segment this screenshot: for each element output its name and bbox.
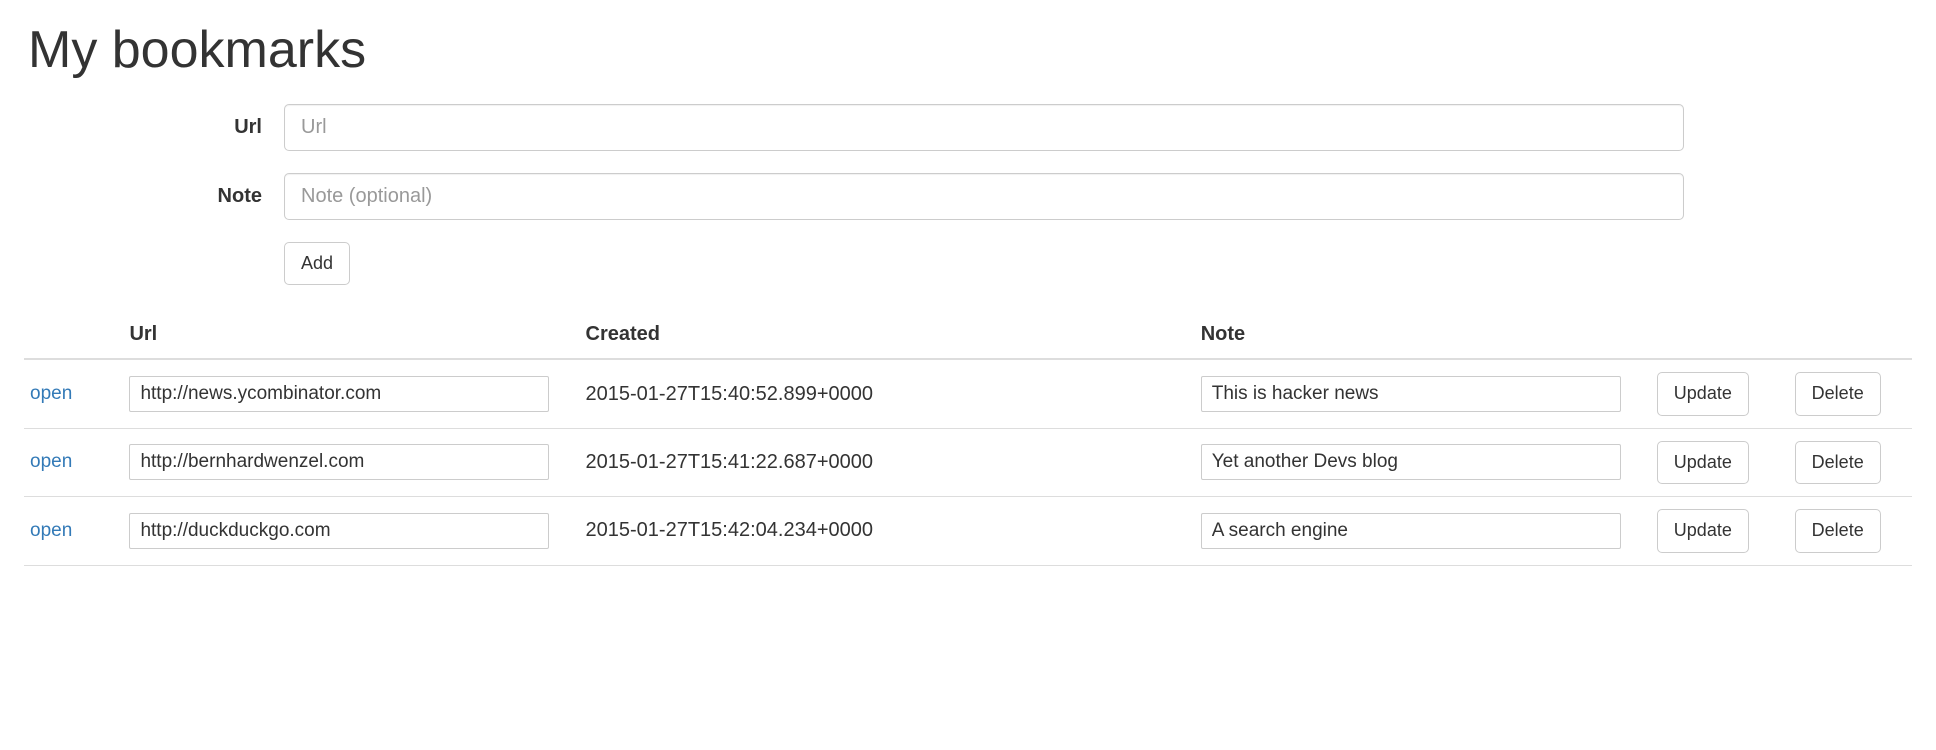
update-button[interactable]: Update	[1657, 441, 1749, 484]
row-created-text: 2015-01-27T15:40:52.899+0000	[586, 383, 873, 405]
url-input[interactable]	[284, 104, 1684, 151]
table-row: open 2015-01-27T15:40:52.899+0000 Update De…	[24, 359, 1912, 428]
header-note: Note	[1191, 313, 1647, 359]
row-note-input[interactable]	[1201, 513, 1621, 549]
note-form-row: Note	[24, 173, 1912, 220]
header-delete	[1785, 313, 1912, 359]
update-button[interactable]: Update	[1657, 509, 1749, 552]
add-button[interactable]: Add	[284, 242, 350, 285]
delete-button[interactable]: Delete	[1795, 509, 1881, 552]
row-url-input[interactable]	[129, 376, 549, 412]
bookmarks-table: Url Created Note open 2015-01-27T15:40:52…	[24, 313, 1912, 565]
table-row: open 2015-01-27T15:41:22.687+0000 Update De…	[24, 428, 1912, 496]
update-button[interactable]: Update	[1657, 372, 1749, 415]
page-title: My bookmarks	[24, 20, 1912, 80]
delete-button[interactable]: Delete	[1795, 372, 1881, 415]
header-update	[1647, 313, 1785, 359]
row-url-input[interactable]	[129, 444, 549, 480]
header-open	[24, 313, 119, 359]
header-created: Created	[576, 313, 1191, 359]
note-input[interactable]	[284, 173, 1684, 220]
row-note-input[interactable]	[1201, 376, 1621, 412]
header-url: Url	[119, 313, 575, 359]
table-row: open 2015-01-27T15:42:04.234+0000 Update De…	[24, 497, 1912, 565]
url-label: Url	[24, 116, 284, 139]
row-note-input[interactable]	[1201, 444, 1621, 480]
row-created-text: 2015-01-27T15:41:22.687+0000	[586, 451, 873, 473]
open-link[interactable]: open	[30, 520, 72, 541]
note-label: Note	[24, 185, 284, 208]
open-link[interactable]: open	[30, 383, 72, 404]
url-form-row: Url	[24, 104, 1912, 151]
row-url-input[interactable]	[129, 513, 549, 549]
row-created-text: 2015-01-27T15:42:04.234+0000	[586, 519, 873, 541]
delete-button[interactable]: Delete	[1795, 441, 1881, 484]
open-link[interactable]: open	[30, 451, 72, 472]
